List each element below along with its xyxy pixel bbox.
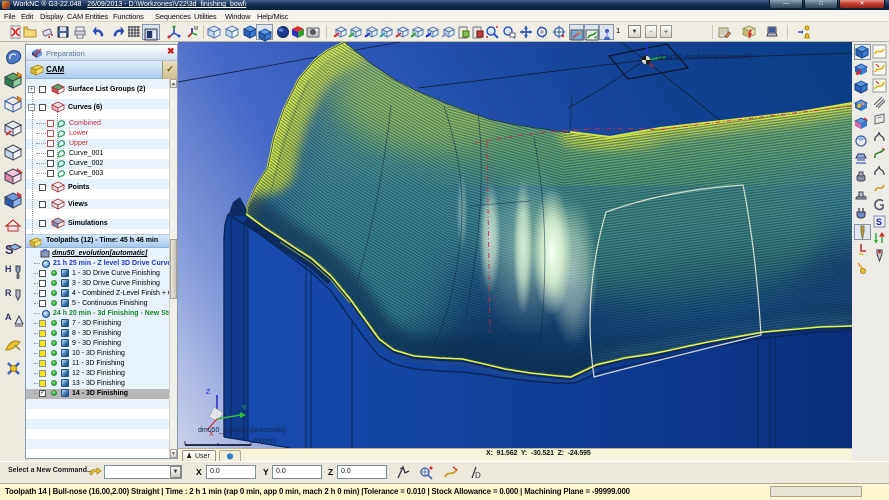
- svg-text:A: A: [5, 312, 12, 322]
- svg-text:Z: Z: [206, 389, 211, 396]
- svg-text:H: H: [5, 264, 12, 274]
- svg-text:Y: Y: [242, 405, 247, 412]
- svg-text:M: M: [194, 26, 198, 32]
- svg-text:S: S: [876, 217, 882, 227]
- svg-text:S: S: [5, 242, 14, 257]
- svg-text:20(mm): 20(mm): [252, 436, 277, 445]
- svg-text:dmu50_evolution[automatic]: dmu50_evolution[automatic]: [658, 52, 752, 61]
- svg-text:D: D: [475, 471, 481, 480]
- svg-text:R: R: [5, 288, 12, 298]
- svg-text:dmu50_evolution[automatic]: dmu50_evolution[automatic]: [198, 427, 286, 434]
